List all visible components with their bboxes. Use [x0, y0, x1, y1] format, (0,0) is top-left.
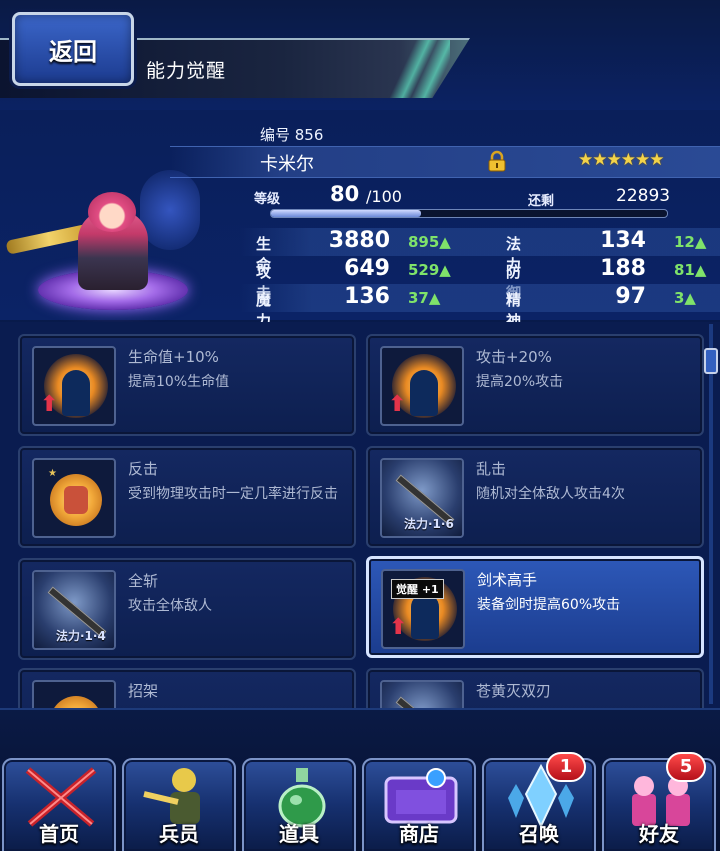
- stat-bonus: 3▲: [674, 289, 696, 307]
- back-button[interactable]: 返回: [12, 12, 134, 86]
- unit-portrait[interactable]: [0, 170, 240, 320]
- ability-title: 反击: [128, 460, 159, 478]
- mp-cost: 法力·1·4: [56, 629, 106, 643]
- ability-desc: 随机对全体敌人攻击4次: [476, 486, 625, 502]
- ability-scrollbar[interactable]: [704, 324, 718, 704]
- star-icon: ★: [48, 468, 57, 479]
- aura-effect: [140, 170, 200, 250]
- scroll-track: [709, 324, 713, 704]
- ability-title: 剑术高手: [477, 571, 538, 589]
- sword-icon: [380, 680, 464, 708]
- summon-notification-badge: 1: [546, 752, 586, 782]
- fist-icon: [32, 680, 116, 708]
- stat-row-1: 生命 3880 895▲ 法力 134 12▲: [240, 228, 720, 274]
- scroll-thumb[interactable]: [704, 348, 718, 374]
- nav-label: 道具: [279, 822, 319, 846]
- ability-desc: 装备剑时提高60%攻击: [477, 597, 621, 613]
- stat-bonus: 12▲: [674, 233, 707, 251]
- ability-card-full-slash[interactable]: 法力·1·4 全斩 攻击全体敌人: [18, 558, 356, 660]
- nav-tab-home[interactable]: 首页: [2, 758, 116, 851]
- nav-tab-shop[interactable]: 商店: [362, 758, 476, 851]
- ability-title: 苍黄灭双刃: [476, 682, 552, 700]
- ability-list[interactable]: ⬆ 生命值+10% 提高10%生命值 ⬆ 攻击+20% 提高20%攻击 ★ 反击…: [0, 322, 720, 708]
- stat-value: 188: [600, 256, 646, 281]
- exp-bar-fill: [271, 210, 422, 217]
- page-title: 能力觉醒: [146, 60, 227, 82]
- buff-body-icon: ⬆: [32, 346, 116, 426]
- nav-label: 召唤: [519, 822, 559, 846]
- buff-body-icon: ⬆: [380, 346, 464, 426]
- bottom-nav: 首页 兵员 道具 商店 召唤 好友 1 5: [0, 708, 720, 851]
- awaken-badge: 觉醒 +1: [391, 579, 444, 599]
- stat-row-2: 攻击 649 529▲ 防御 188 81▲: [240, 256, 720, 302]
- ability-title: 招架: [128, 682, 159, 700]
- stat-bonus: 81▲: [674, 261, 707, 279]
- ability-card-random-strike[interactable]: 法力·1·6 乱击 随机对全体敌人攻击4次: [366, 446, 704, 548]
- stat-row-3: 魔力 136 37▲ 精神 97 3▲: [240, 284, 720, 330]
- stat-value: 136: [344, 284, 390, 309]
- buff-body-icon: ⬆ 觉醒 +1: [381, 569, 465, 649]
- ability-title: 乱击: [476, 460, 507, 478]
- friends-notification-badge: 5: [666, 752, 706, 782]
- nav-label: 商店: [399, 822, 439, 846]
- ability-card-atk-up[interactable]: ⬆ 攻击+20% 提高20%攻击: [366, 334, 704, 436]
- rarity-stars-icon: ★★★★★★: [578, 150, 664, 170]
- ability-desc: 攻击全体敌人: [128, 598, 212, 614]
- unit-name: 卡米尔: [260, 154, 314, 175]
- fist-icon: ★: [32, 458, 116, 538]
- stat-bonus: 37▲: [408, 289, 441, 307]
- nav-tab-units[interactable]: 兵员: [122, 758, 236, 851]
- ability-title: 攻击+20%: [476, 348, 552, 366]
- exp-remaining-label: 还剩: [528, 194, 555, 209]
- lock-icon[interactable]: [486, 150, 508, 172]
- nav-tab-items[interactable]: 道具: [242, 758, 356, 851]
- ability-desc: 提高20%攻击: [476, 374, 564, 390]
- nav-label: 兵员: [159, 822, 199, 846]
- unit-head: [88, 192, 136, 232]
- stat-bonus: 895▲: [408, 233, 451, 251]
- ability-title: 生命值+10%: [128, 348, 219, 366]
- level-value: 80: [330, 182, 360, 206]
- ability-title: 全斩: [128, 572, 159, 590]
- ability-desc: 受到物理攻击时一定几率进行反击: [128, 486, 338, 502]
- exp-bar: [270, 209, 668, 218]
- header: 能力觉醒 返回: [0, 0, 720, 110]
- nav-label: 首页: [39, 822, 79, 846]
- level-max: /100: [366, 187, 402, 206]
- ability-awakening-screen: 能力觉醒 返回 编号 856 卡米尔 ★★★★★★ 等级 80 /100 还剩 …: [0, 0, 720, 851]
- nav-label: 好友: [639, 822, 679, 846]
- ability-card-hp-up[interactable]: ⬆ 生命值+10% 提高10%生命值: [18, 334, 356, 436]
- stat-value: 3880: [328, 228, 390, 253]
- stat-value: 97: [615, 284, 646, 309]
- ability-card-counter[interactable]: ★ 反击 受到物理攻击时一定几率进行反击: [18, 446, 356, 548]
- ability-desc: 提高10%生命值: [128, 374, 230, 390]
- stat-value: 649: [344, 256, 390, 281]
- exp-remaining-value: 22893: [616, 186, 671, 206]
- mp-cost: 法力·1·6: [404, 517, 454, 531]
- ability-card-sword-master[interactable]: ⬆ 觉醒 +1 剑术高手 装备剑时提高60%攻击: [366, 556, 704, 658]
- sword-icon: 法力·1·6: [380, 458, 464, 538]
- stat-bonus: 529▲: [408, 261, 451, 279]
- unit-number: 编号 856: [260, 126, 324, 144]
- ability-card-twin-blades[interactable]: 苍黄灭双刃: [366, 668, 704, 708]
- stat-value: 134: [600, 228, 646, 253]
- ability-card-parry[interactable]: 招架: [18, 668, 356, 708]
- level-label: 等级: [254, 192, 281, 207]
- sword-icon: 法力·1·4: [32, 570, 116, 650]
